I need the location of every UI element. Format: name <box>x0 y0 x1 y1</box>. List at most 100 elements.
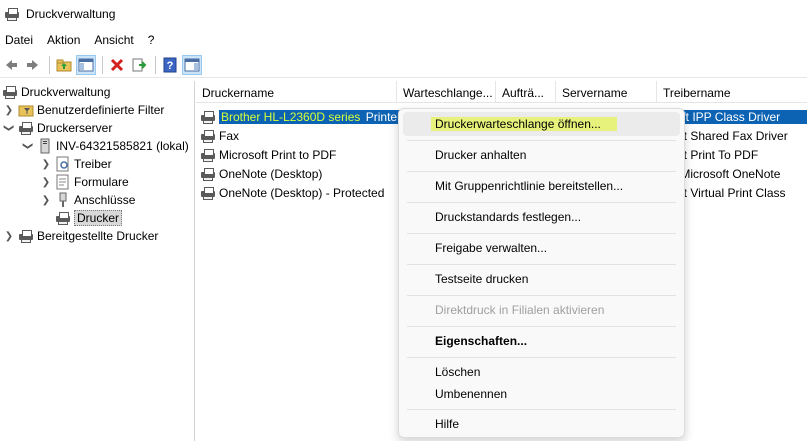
toolbar-separator <box>155 55 156 74</box>
column-header-server-name[interactable]: Servername <box>556 81 657 103</box>
menu-item-pause-printer[interactable]: Drucker anhalten <box>403 143 680 167</box>
printer-name-cell: Fax <box>219 128 240 143</box>
menu-item-label: Testseite drucken <box>435 272 529 286</box>
action-pane-icon[interactable] <box>182 54 202 75</box>
menu-item-label: Drucker anhalten <box>435 148 527 162</box>
menu-separator <box>407 202 676 203</box>
column-header-printer-name[interactable]: Druckername <box>196 81 397 103</box>
menu-action[interactable]: Aktion <box>42 33 86 47</box>
title-bar: Druckverwaltung <box>0 0 807 28</box>
printer-icon <box>200 147 216 163</box>
svg-text:?: ? <box>167 60 174 72</box>
column-header-driver-name[interactable]: Treibername <box>657 81 807 103</box>
menu-bar: Datei Aktion Ansicht ? <box>0 30 807 50</box>
menu-item-label: Löschen <box>435 365 481 379</box>
server-icon <box>37 138 53 154</box>
menu-item-label: Mit Gruppenrichtlinie bereitstellen... <box>435 179 624 193</box>
menu-item-properties[interactable]: Eigenschaften... <box>403 329 680 353</box>
expand-chevron-icon[interactable]: ❯ <box>40 194 52 206</box>
column-header-jobs[interactable]: Aufträ... <box>496 81 556 103</box>
tree-item-label: Benutzerdefinierte Filter <box>37 103 165 117</box>
tree-item-label: Anschlüsse <box>74 193 136 207</box>
tree-item-label: Druckverwaltung <box>21 85 111 99</box>
toolbar: ? <box>0 52 807 78</box>
printer-name-highlight: Brother HL-L2360D series <box>219 109 363 124</box>
print-servers-icon <box>18 120 34 136</box>
expand-chevron-icon[interactable]: ❯ <box>3 104 15 116</box>
menu-item-label: Druckerwarteschlange öffnen... <box>431 117 617 131</box>
tree-item-label: Bereitgestellte Drucker <box>37 229 159 243</box>
tree-item-server[interactable]: ❯ INV-64321585821 (lokal) <box>22 137 189 155</box>
delete-icon[interactable] <box>107 55 127 75</box>
printer-name-cell: OneNote (Desktop) <box>219 166 323 181</box>
expand-chevron-icon[interactable]: ❯ <box>3 230 15 242</box>
help-icon[interactable]: ? <box>160 55 180 75</box>
menu-item-branch-direct-printing: Direktdruck in Filialen aktivieren <box>403 298 680 322</box>
printer-name-rest: Printer <box>362 109 402 124</box>
printer-icon <box>55 210 71 226</box>
menu-item-open-queue[interactable]: Druckerwarteschlange öffnen... <box>403 112 680 136</box>
context-menu: Druckerwarteschlange öffnen... Drucker a… <box>398 108 685 438</box>
forms-icon <box>55 174 71 190</box>
menu-view[interactable]: Ansicht <box>89 33 139 47</box>
menu-help[interactable]: ? <box>143 33 161 47</box>
export-icon[interactable] <box>129 55 149 75</box>
drivers-icon <box>55 156 71 172</box>
menu-item-label: Hilfe <box>435 417 460 431</box>
printer-icon <box>200 109 216 125</box>
window-title: Druckverwaltung <box>26 7 116 21</box>
printer-icon <box>200 166 216 182</box>
tree-item-print-servers[interactable]: ❯ Druckerserver <box>3 119 112 137</box>
expand-chevron-icon[interactable]: ❯ <box>40 158 52 170</box>
menu-separator <box>407 140 676 141</box>
tree-item-printers[interactable]: Drucker <box>55 209 123 227</box>
filter-icon <box>18 102 34 118</box>
back-icon[interactable] <box>1 55 21 75</box>
tree-item-label: Druckerserver <box>37 121 113 135</box>
fax-icon <box>200 128 216 144</box>
menu-item-rename[interactable]: Umbenennen <box>403 382 680 406</box>
list-header: Druckername Warteschlange... Aufträ... S… <box>196 81 807 103</box>
menu-item-manage-sharing[interactable]: Freigabe verwalten... <box>403 236 680 260</box>
menu-item-set-defaults[interactable]: Druckstandards festlegen... <box>403 205 680 229</box>
menu-separator <box>407 409 676 410</box>
tree-item-root[interactable]: Druckverwaltung <box>2 83 110 101</box>
printer-icon <box>200 185 216 201</box>
tree-item-drivers[interactable]: ❯ Treiber <box>40 155 112 173</box>
navigation-tree: Druckverwaltung ❯ Benutzerdefinierte Fil… <box>0 81 195 441</box>
show-hide-tree-icon[interactable] <box>76 54 96 75</box>
menu-item-label: Freigabe verwalten... <box>435 241 548 255</box>
toolbar-separator <box>102 55 103 74</box>
menu-item-print-test-page[interactable]: Testseite drucken <box>403 267 680 291</box>
print-management-icon <box>2 84 18 100</box>
tree-item-deployed-printers[interactable]: ❯ Bereitgestellte Drucker <box>3 227 158 245</box>
menu-file[interactable]: Datei <box>0 33 39 47</box>
menu-item-deploy-gpo[interactable]: Mit Gruppenrichtlinie bereitstellen... <box>403 174 680 198</box>
menu-separator <box>407 264 676 265</box>
tree-item-forms[interactable]: ❯ Formulare <box>40 173 129 191</box>
forward-icon[interactable] <box>23 55 43 75</box>
deployed-printers-icon <box>18 228 34 244</box>
toolbar-separator <box>49 55 50 74</box>
menu-separator <box>407 233 676 234</box>
collapse-chevron-icon[interactable]: ❯ <box>22 140 34 152</box>
menu-separator <box>407 171 676 172</box>
tree-item-custom-filters[interactable]: ❯ Benutzerdefinierte Filter <box>3 101 165 119</box>
tree-item-label: Drucker <box>74 210 123 226</box>
up-folder-icon[interactable] <box>54 55 74 75</box>
menu-item-delete[interactable]: Löschen <box>403 360 680 384</box>
menu-item-label: Direktdruck in Filialen aktivieren <box>435 303 605 317</box>
menu-separator <box>407 326 676 327</box>
printer-name-cell: Microsoft Print to PDF <box>219 147 337 162</box>
print-management-app-icon <box>4 6 20 22</box>
tree-item-label: Treiber <box>74 157 112 171</box>
collapse-chevron-icon[interactable]: ❯ <box>3 122 15 134</box>
expand-chevron-icon[interactable]: ❯ <box>40 176 52 188</box>
menu-item-help[interactable]: Hilfe <box>403 412 680 436</box>
printer-name-cell: Brother HL-L2360D series Printer <box>219 109 416 124</box>
column-header-queue[interactable]: Warteschlange... <box>397 81 496 103</box>
menu-item-label: Umbenennen <box>435 387 508 401</box>
tree-item-ports[interactable]: ❯ Anschlüsse <box>40 191 135 209</box>
tree-item-label: INV-64321585821 (lokal) <box>56 139 189 153</box>
tree-item-label: Formulare <box>74 175 129 189</box>
